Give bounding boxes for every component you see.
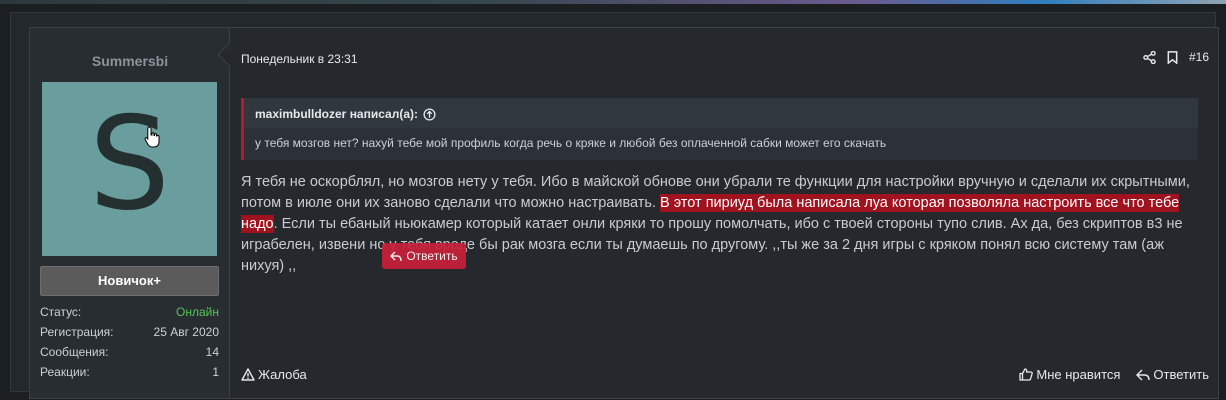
mouse-cursor-icon: [144, 126, 160, 148]
warning-icon: [241, 368, 255, 381]
report-button[interactable]: Жалоба: [241, 367, 307, 382]
stat-row-messages: Сообщения: 14: [40, 342, 219, 362]
thumbs-up-icon: [1019, 368, 1034, 381]
stat-value: 1: [212, 365, 219, 379]
post-date[interactable]: Понедельник в 23:31: [241, 52, 358, 66]
reply-button[interactable]: Ответить: [1136, 367, 1209, 382]
share-icon[interactable]: [1143, 50, 1156, 64]
user-rank-badge: Новичок+: [40, 266, 219, 296]
stat-label: Реакции:: [40, 365, 90, 379]
username[interactable]: Summersbi: [30, 53, 230, 69]
stat-row-registration: Регистрация: 25 Авг 2020: [40, 322, 219, 342]
quote-block: maximbulldozer написал(а): у тебя мозгов…: [241, 98, 1198, 160]
quote-reply-popup-button[interactable]: Ответить: [382, 243, 466, 269]
stat-label: Статус:: [40, 305, 82, 319]
post-actions: #16: [1143, 50, 1209, 64]
reply-label: Ответить: [1153, 367, 1209, 382]
top-accent-bar: [0, 0, 1226, 4]
quote-author: maximbulldozer написал(а):: [255, 107, 419, 121]
stat-row-status: Статус: Онлайн: [40, 302, 219, 322]
quote-text: у тебя мозгов нет? нахуй тебе мой профил…: [244, 128, 1198, 160]
stat-value: Онлайн: [176, 305, 219, 319]
quote-header: maximbulldozer написал(а):: [255, 107, 436, 121]
post-content: Понедельник в 23:31 #16 maximbulldozer н…: [241, 28, 1209, 398]
post-container: Summersbi S Новичок+ Статус: Онлайн Реги…: [10, 12, 1219, 399]
stat-label: Сообщения:: [40, 345, 109, 359]
avatar-letter: S: [88, 90, 171, 239]
report-label: Жалоба: [258, 367, 307, 382]
reply-icon: [1136, 369, 1151, 380]
stat-value: 25 Авг 2020: [153, 325, 219, 339]
like-label: Мне нравится: [1036, 367, 1121, 382]
like-button[interactable]: Мне нравится: [1019, 367, 1120, 382]
stat-value: 14: [205, 345, 219, 359]
post-number[interactable]: #16: [1189, 50, 1209, 64]
reply-icon: [390, 251, 403, 261]
post-footer-actions: Мне нравится Ответить: [1019, 367, 1209, 382]
forum-post: Summersbi S Новичок+ Статус: Онлайн Реги…: [29, 27, 1219, 399]
user-sidebar: Summersbi S Новичок+ Статус: Онлайн Реги…: [30, 28, 230, 398]
avatar[interactable]: S: [42, 82, 217, 256]
stat-row-reactions: Реакции: 1: [40, 362, 219, 382]
stat-label: Регистрация:: [40, 325, 114, 339]
user-stats: Статус: Онлайн Регистрация: 25 Авг 2020 …: [40, 302, 219, 382]
bookmark-icon[interactable]: [1166, 50, 1179, 64]
reply-popup-label: Ответить: [406, 249, 458, 263]
arrow-up-circle-icon[interactable]: [423, 107, 436, 121]
